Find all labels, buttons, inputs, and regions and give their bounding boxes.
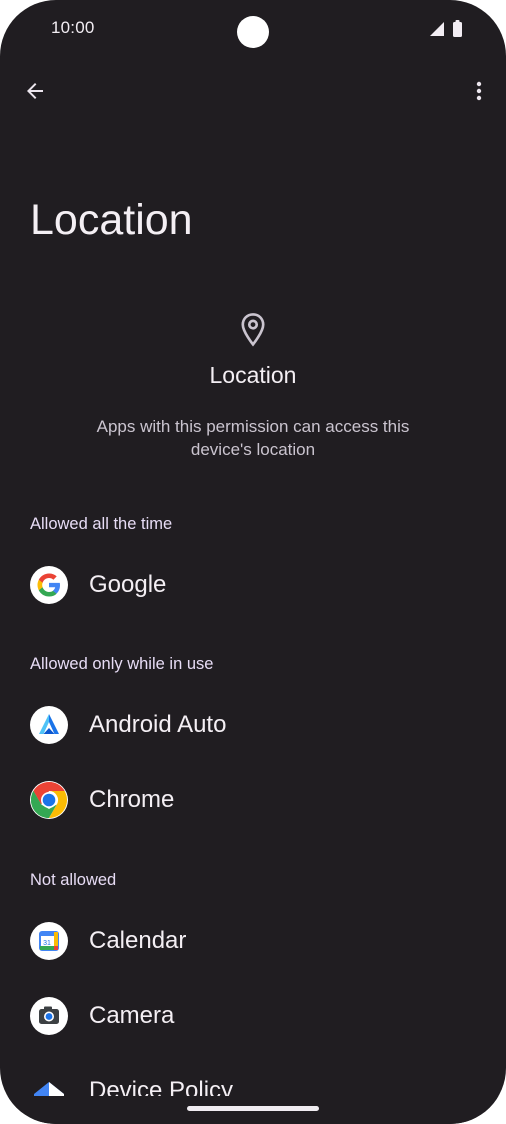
page-title: Location: [30, 196, 193, 244]
app-row-android-auto[interactable]: Android Auto: [0, 692, 506, 758]
section-header-allowed-while-in-use: Allowed only while in use: [30, 655, 214, 673]
android-auto-icon: [30, 706, 68, 744]
system-icons: [428, 20, 468, 38]
app-label-android-auto: Android Auto: [89, 711, 227, 738]
calendar-icon: 31: [30, 922, 68, 960]
app-row-calendar[interactable]: 31 Calendar: [0, 908, 506, 974]
top-app-bar: [0, 66, 506, 116]
camera-icon: [30, 997, 68, 1035]
signal-icon: [430, 22, 444, 36]
permission-description: Apps with this permission can access thi…: [96, 417, 410, 459]
more-vert-icon: [476, 81, 482, 101]
app-row-camera[interactable]: Camera: [0, 983, 506, 1049]
permission-title: Location: [209, 362, 297, 388]
section-header-not-allowed: Not allowed: [30, 871, 117, 889]
section-header-allowed-all-time: Allowed all the time: [30, 515, 173, 533]
location-pin-icon: [241, 313, 265, 347]
battery-icon: [453, 20, 462, 37]
app-row-google[interactable]: Google: [0, 552, 506, 618]
chrome-icon: [30, 781, 68, 819]
app-row-chrome[interactable]: Chrome: [0, 767, 506, 833]
app-label-google: Google: [89, 571, 167, 598]
status-bar: 10:00: [0, 0, 506, 60]
front-camera-cutout: [237, 16, 269, 48]
back-button[interactable]: [14, 70, 56, 112]
phone-screen: 10:00 Location Location Apps with this p…: [0, 0, 506, 1124]
app-label-chrome: Chrome: [89, 786, 175, 813]
app-label-camera: Camera: [89, 1002, 175, 1029]
app-label-calendar: Calendar: [89, 927, 187, 954]
calendar-icon-date: 31: [43, 940, 51, 947]
arrow-back-icon: [27, 83, 43, 99]
google-icon: [30, 566, 68, 604]
status-time: 10:00: [51, 18, 95, 37]
more-options-button[interactable]: [458, 70, 500, 112]
gesture-nav-handle[interactable]: [187, 1106, 319, 1111]
